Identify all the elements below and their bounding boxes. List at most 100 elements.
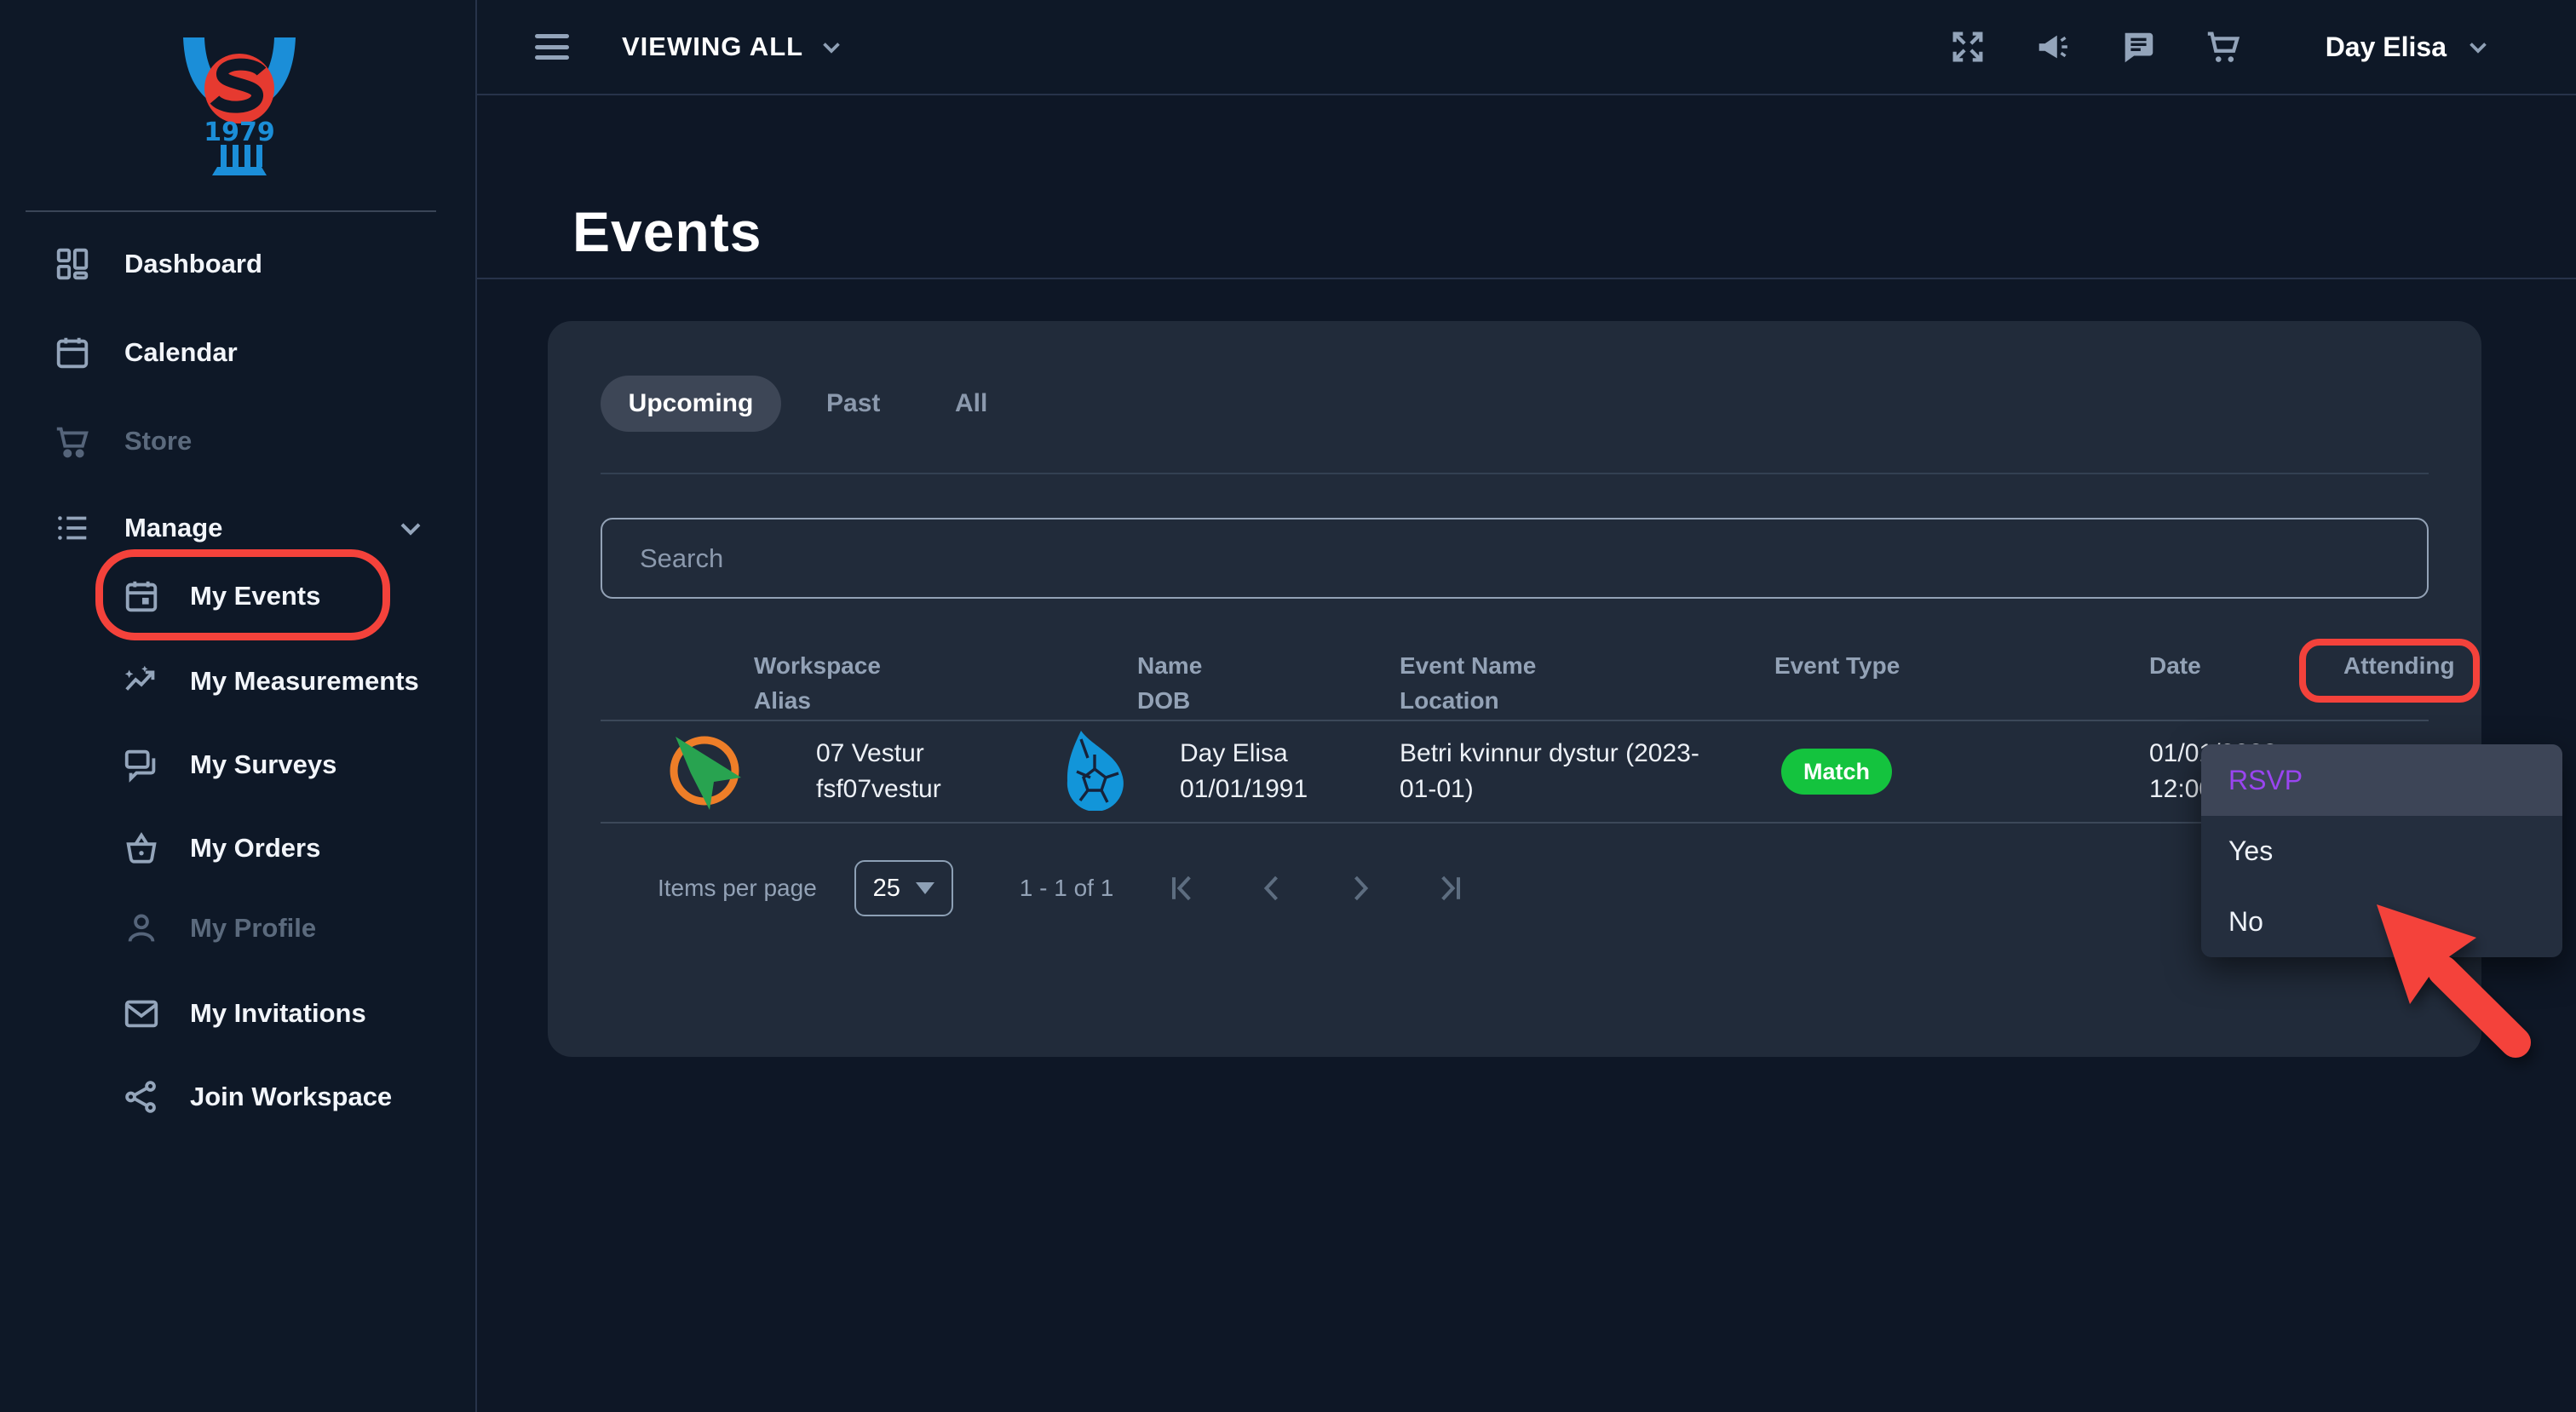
table-header-row: WorkspaceAlias NameDOB Event NameLocatio…	[601, 648, 2429, 718]
avatar-cell	[992, 729, 1137, 815]
sidebar-item-label: Calendar	[124, 337, 238, 368]
sidebar-item-label: My Invitations	[190, 998, 366, 1029]
user-name: Day Elisa	[2326, 32, 2447, 63]
join-workspace-share-icon	[122, 1077, 161, 1116]
tab-upcoming[interactable]: Upcoming	[601, 376, 781, 432]
next-page-button[interactable]	[1342, 870, 1379, 907]
name-cell: Day Elisa 01/01/1991	[1137, 736, 1357, 807]
sidebar-item-store[interactable]: Store	[0, 399, 475, 484]
page-size-select[interactable]: 25	[854, 860, 953, 916]
user-menu[interactable]: Day Elisa	[2326, 32, 2493, 63]
sidebar-divider	[26, 210, 436, 212]
sidebar-item-my-events[interactable]: My Events	[0, 554, 475, 639]
chevron-down-icon	[817, 32, 846, 61]
dropdown-option-no[interactable]: No	[2201, 887, 2562, 957]
dropdown-option-label: No	[2228, 906, 2263, 938]
cart-icon[interactable]	[2203, 26, 2244, 67]
sidebar-item-my-orders[interactable]: My Orders	[0, 806, 475, 891]
surveys-icon	[122, 745, 161, 784]
sidebar-item-label: My Profile	[190, 913, 316, 944]
items-per-page-label: Items per page	[658, 875, 817, 902]
tab-label: Past	[826, 389, 880, 418]
store-cart-icon	[53, 422, 92, 461]
sidebar-item-my-measurements[interactable]: My Measurements	[0, 639, 475, 724]
workspace-logo-cell	[601, 729, 754, 815]
column-header-workspace: WorkspaceAlias	[754, 648, 992, 718]
viewing-all-dropdown[interactable]: VIEWING ALL	[622, 32, 846, 62]
caret-down-icon	[916, 882, 934, 894]
calendar-icon	[53, 333, 92, 372]
chevron-down-icon	[2464, 32, 2493, 61]
workspace-name: 07 Vestur	[816, 739, 924, 767]
chat-icon[interactable]	[2118, 26, 2159, 67]
column-header-event-name: Event NameLocation	[1357, 648, 1774, 718]
column-header-attending: Attending	[2303, 648, 2425, 718]
person-dob: 01/01/1991	[1180, 772, 1357, 807]
profile-icon	[122, 909, 161, 948]
sidebar-item-label: Join Workspace	[190, 1082, 392, 1112]
sidebar-item-calendar[interactable]: Calendar	[0, 310, 475, 395]
tab-label: Upcoming	[629, 389, 754, 418]
sidebar-item-label: Store	[124, 426, 192, 456]
search-input[interactable]	[601, 518, 2429, 599]
sidebar-item-my-invitations[interactable]: My Invitations	[0, 971, 475, 1056]
attending-dropdown: RSVP Yes No	[2201, 744, 2562, 957]
topbar: VIEWING ALL Day Elisa	[477, 0, 2576, 95]
column-header-event-type: Event Type	[1774, 648, 2149, 718]
logo-year-text: 1979	[204, 118, 275, 147]
workspace-cell: 07 Vestur fsf07vestur	[754, 736, 992, 807]
viewing-all-label: VIEWING ALL	[622, 32, 803, 62]
invitations-envelope-icon	[122, 994, 161, 1033]
sidebar-item-dashboard[interactable]: Dashboard	[0, 221, 475, 307]
person-name: Day Elisa	[1180, 739, 1288, 767]
sidebar: 1979 Dashboard Calendar Store Manage	[0, 0, 477, 1412]
row-divider-bottom	[601, 822, 2429, 824]
chevron-down-icon	[394, 511, 428, 545]
fullscreen-icon[interactable]	[1947, 26, 1988, 67]
07-vestur-logo	[664, 729, 745, 811]
pagination-range: 1 - 1 of 1	[1020, 875, 1114, 902]
measurements-icon	[122, 662, 161, 701]
previous-page-button[interactable]	[1253, 870, 1291, 907]
dropdown-option-yes[interactable]: Yes	[2201, 816, 2562, 887]
event-name-cell: Betri kvinnur dystur (2023-01-01)	[1357, 736, 1774, 807]
tabs-divider	[601, 473, 2429, 474]
workspace-alias: fsf07vestur	[816, 772, 992, 807]
tab-label: All	[955, 389, 987, 418]
sidebar-item-my-profile[interactable]: My Profile	[0, 886, 475, 971]
sidebar-item-label: My Surveys	[190, 749, 336, 780]
sidebar-item-label: Dashboard	[124, 249, 262, 279]
topbar-actions: Day Elisa	[1903, 26, 2493, 67]
sidebar-item-label: My Orders	[190, 833, 320, 864]
list-icon	[53, 508, 92, 548]
sidebar-item-my-surveys[interactable]: My Surveys	[0, 722, 475, 807]
pagination: Items per page 25 1 - 1 of 1	[658, 860, 1468, 916]
table-row: 07 Vestur fsf07vestur Day Elisa 01/01/19…	[601, 721, 2429, 822]
fsf-crest-logo: 1979	[180, 34, 299, 179]
sidebar-item-label: Manage	[124, 513, 222, 543]
orders-basket-icon	[122, 829, 161, 868]
dashboard-icon	[53, 244, 92, 284]
sidebar-item-label: My Measurements	[190, 666, 419, 697]
hamburger-icon[interactable]	[535, 34, 569, 60]
dropdown-option-rsvp[interactable]: RSVP	[2201, 744, 2562, 816]
match-badge: Match	[1781, 749, 1892, 795]
tab-all[interactable]: All	[955, 376, 987, 432]
page-header: Events	[477, 95, 2576, 279]
megaphone-icon[interactable]	[2033, 26, 2073, 67]
sidebar-item-label: My Events	[190, 581, 320, 611]
page-size-value: 25	[873, 875, 900, 903]
column-header-name: NameDOB	[1137, 648, 1357, 718]
football-comet-avatar	[1060, 729, 1130, 811]
tab-past[interactable]: Past	[826, 376, 880, 432]
last-page-button[interactable]	[1430, 870, 1468, 907]
event-type-cell: Match	[1774, 749, 2149, 795]
page-title: Events	[572, 199, 762, 264]
events-card: Upcoming Past All WorkspaceAlias NameDOB…	[548, 321, 2481, 1057]
dropdown-option-label: Yes	[2228, 835, 2273, 867]
column-header-date: Date	[2149, 648, 2303, 718]
dropdown-option-label: RSVP	[2228, 765, 2303, 796]
sidebar-item-join-workspace[interactable]: Join Workspace	[0, 1054, 475, 1139]
first-page-button[interactable]	[1164, 870, 1202, 907]
event-calendar-icon	[122, 577, 161, 616]
